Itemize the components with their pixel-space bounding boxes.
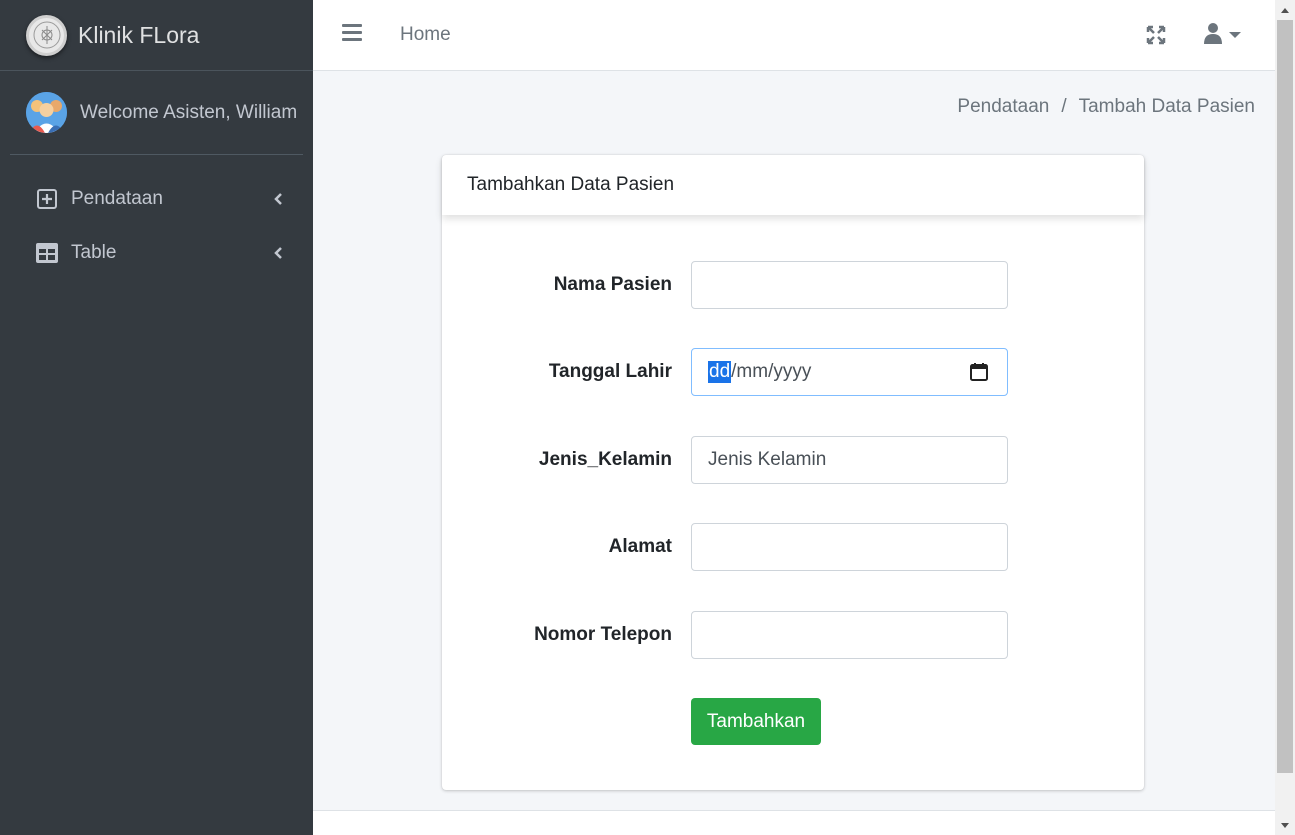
sidebar-item-label: Pendataan	[71, 188, 163, 209]
card-title: Tambahkan Data Pasien	[442, 155, 1144, 215]
nama-pasien-input[interactable]	[691, 261, 1008, 309]
form-row-telepon: Nomor Telepon	[442, 611, 1144, 659]
sidebar-item-label: Table	[71, 242, 117, 263]
caret-down-icon	[1229, 26, 1241, 44]
table-icon	[36, 242, 58, 264]
form-row-tanggal: Tanggal Lahir dd /mm/yyyy	[442, 348, 1144, 396]
chevron-left-icon	[271, 246, 285, 260]
calendar-icon[interactable]	[969, 362, 989, 382]
fullscreen-icon[interactable]	[1145, 24, 1167, 46]
user-dropdown[interactable]	[1203, 22, 1247, 48]
form-row-alamat: Alamat	[442, 523, 1144, 571]
scroll-down-arrow-icon[interactable]	[1275, 815, 1295, 835]
plus-square-icon	[36, 188, 58, 210]
form-row-nama: Nama Pasien	[442, 261, 1144, 309]
top-navbar: Home	[313, 0, 1275, 71]
sidebar-nav: Pendataan Table	[0, 155, 313, 280]
user-icon	[1203, 22, 1223, 49]
avatar[interactable]	[26, 92, 67, 133]
nama-pasien-label: Nama Pasien	[553, 274, 672, 295]
sidebar-item-pendataan[interactable]: Pendataan	[0, 172, 313, 226]
jenis-kelamin-label: Jenis_Kelamin	[538, 449, 672, 470]
tanggal-lahir-label: Tanggal Lahir	[548, 361, 672, 382]
form-row-jenis-kelamin: Jenis_Kelamin	[442, 436, 1144, 484]
user-name: Welcome Asisten, William	[80, 101, 298, 123]
alamat-label: Alamat	[608, 536, 672, 557]
sidebar: Klinik FLora Welcome Asisten, William Pe…	[0, 0, 313, 835]
chevron-left-icon	[271, 192, 285, 206]
user-panel: Welcome Asisten, William	[10, 71, 303, 155]
breadcrumb-separator: /	[1061, 96, 1067, 117]
scrollbar-thumb[interactable]	[1277, 20, 1293, 773]
breadcrumb-pendataan[interactable]: Pendataan	[957, 96, 1049, 118]
menu-toggle-icon[interactable]	[342, 24, 362, 46]
breadcrumb-current: Tambah Data Pasien	[1078, 96, 1255, 117]
tambahkan-button[interactable]: Tambahkan	[691, 698, 821, 745]
date-day-segment[interactable]: dd	[708, 361, 732, 383]
scroll-up-arrow-icon[interactable]	[1275, 0, 1295, 20]
alamat-input[interactable]	[691, 523, 1008, 571]
brand-link[interactable]: Klinik FLora	[0, 0, 313, 71]
home-link[interactable]: Home	[400, 24, 451, 46]
jenis-kelamin-input[interactable]	[691, 436, 1008, 484]
nomor-telepon-label: Nomor Telepon	[534, 624, 672, 645]
breadcrumb: Pendataan / Tambah Data Pasien	[957, 96, 1255, 118]
add-patient-card: Tambahkan Data Pasien Nama Pasien Tangga…	[442, 155, 1144, 790]
tanggal-lahir-input[interactable]: dd /mm/yyyy	[691, 348, 1008, 396]
brand-logo-icon	[26, 14, 67, 56]
page-scrollbar[interactable]	[1275, 0, 1295, 835]
footer	[313, 810, 1275, 835]
sidebar-item-table[interactable]: Table	[0, 226, 313, 280]
brand-text: Klinik FLora	[78, 21, 200, 48]
date-rest-segment[interactable]: /mm/yyyy	[731, 361, 811, 383]
nomor-telepon-input[interactable]	[691, 611, 1008, 659]
